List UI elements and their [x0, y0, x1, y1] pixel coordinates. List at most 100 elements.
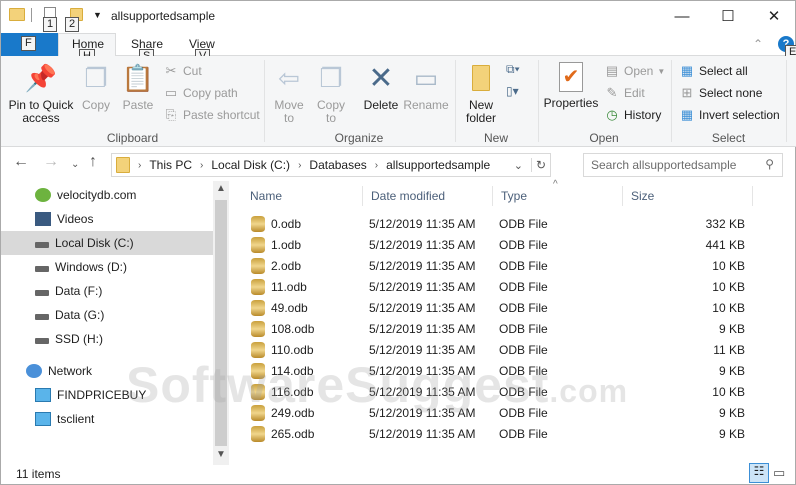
- up-button[interactable]: ↑: [89, 153, 97, 171]
- collapse-ribbon-icon[interactable]: ⌃: [753, 37, 763, 51]
- file-row[interactable]: 2.odb 5/12/2019 11:35 AM ODB File 10 KB: [231, 256, 761, 277]
- file-size: 10 KB: [712, 301, 745, 315]
- history-button[interactable]: ◷ History: [604, 105, 661, 125]
- address-dropdown-icon[interactable]: ⌄: [514, 159, 523, 172]
- drive-icon: [35, 266, 49, 272]
- explorer-folder-icon: [9, 8, 25, 21]
- back-button[interactable]: ←: [13, 153, 29, 171]
- nav-scrollbar-thumb[interactable]: [215, 200, 227, 446]
- select-none-button[interactable]: ⊞ Select none: [679, 83, 763, 103]
- paste-shortcut-icon: ⎘: [165, 107, 177, 122]
- breadcrumb-databases[interactable]: Databases: [309, 158, 366, 172]
- rename-button[interactable]: ▭ Rename: [403, 62, 449, 112]
- scroll-up-icon[interactable]: ▲: [216, 183, 226, 194]
- nav-item-velocitydb[interactable]: velocitydb.com: [1, 183, 213, 207]
- column-header-type[interactable]: Type: [493, 186, 623, 206]
- file-name: 108.odb: [271, 322, 315, 336]
- chevron-right-icon[interactable]: ›: [375, 160, 378, 171]
- paste-button[interactable]: 📋 Paste: [119, 62, 157, 112]
- breadcrumb-this-pc[interactable]: This PC: [149, 158, 192, 172]
- nav-item-tsclient[interactable]: tsclient: [1, 407, 213, 431]
- folder-icon: [116, 157, 130, 173]
- file-size: 441 KB: [705, 238, 745, 252]
- select-all-icon: ▦: [680, 63, 694, 78]
- nav-label: Videos: [57, 212, 94, 226]
- cut-button[interactable]: ✂ Cut: [163, 61, 202, 81]
- customize-dropdown-icon[interactable]: ▼: [93, 10, 102, 20]
- nav-item-network[interactable]: Network: [1, 359, 213, 383]
- breadcrumb-current[interactable]: allsupportedsample: [386, 158, 490, 172]
- forward-button[interactable]: →: [43, 153, 59, 171]
- details-view-button[interactable]: ☷: [749, 463, 769, 483]
- move-to-button[interactable]: ⇦ Move to: [271, 62, 307, 125]
- chevron-right-icon[interactable]: ›: [138, 160, 141, 171]
- drive-icon: [35, 338, 49, 344]
- maximize-button[interactable]: ☐: [705, 1, 751, 31]
- nav-item-videos[interactable]: Videos: [1, 207, 213, 231]
- file-row[interactable]: 249.odb 5/12/2019 11:35 AM ODB File 9 KB: [231, 403, 761, 424]
- scroll-down-icon[interactable]: ▼: [216, 449, 226, 460]
- ribbon-tabs: [1, 33, 796, 56]
- paste-shortcut-button[interactable]: ⎘ Paste shortcut: [163, 105, 260, 125]
- nav-item-local-disk-c[interactable]: Local Disk (C:): [1, 231, 213, 255]
- file-type: ODB File: [499, 301, 548, 315]
- ribbon: 📌 Pin to Quick access ❐ Copy 📋 Paste ✂ Cut ▭…: [1, 56, 796, 147]
- nav-item-data-f[interactable]: Data (F:): [1, 279, 213, 303]
- nav-item-windows-d[interactable]: Windows (D:): [1, 255, 213, 279]
- chevron-right-icon[interactable]: ›: [298, 160, 301, 171]
- nav-label: Data (G:): [55, 308, 105, 322]
- file-type: ODB File: [499, 406, 548, 420]
- column-header-size[interactable]: Size: [623, 186, 753, 206]
- file-row[interactable]: 110.odb 5/12/2019 11:35 AM ODB File 11 K…: [231, 340, 761, 361]
- file-row[interactable]: 108.odb 5/12/2019 11:35 AM ODB File 9 KB: [231, 319, 761, 340]
- delete-button[interactable]: ✕ Delete: [361, 62, 401, 112]
- address-bar[interactable]: › This PC › Local Disk (C:) › Databases …: [111, 153, 551, 177]
- file-name: 110.odb: [271, 343, 314, 357]
- minimize-button[interactable]: —: [659, 1, 705, 31]
- file-row[interactable]: 265.odb 5/12/2019 11:35 AM ODB File 9 KB: [231, 424, 761, 445]
- refresh-icon[interactable]: ↻: [530, 158, 550, 172]
- column-header-date[interactable]: Date modified: [363, 186, 493, 206]
- file-row[interactable]: 0.odb 5/12/2019 11:35 AM ODB File 332 KB: [231, 214, 761, 235]
- file-row[interactable]: 11.odb 5/12/2019 11:35 AM ODB File 10 KB: [231, 277, 761, 298]
- easy-access-icon[interactable]: ▯▾: [506, 84, 519, 98]
- copy-path-button[interactable]: ▭ Copy path: [163, 83, 238, 103]
- cut-label: Cut: [183, 64, 202, 78]
- group-select-label: Select: [711, 131, 746, 145]
- file-name: 116.odb: [271, 385, 314, 399]
- file-row[interactable]: 114.odb 5/12/2019 11:35 AM ODB File 9 KB: [231, 361, 761, 382]
- scissors-icon: ✂: [165, 63, 177, 78]
- new-folder-button[interactable]: New folder: [461, 62, 501, 125]
- invert-selection-button[interactable]: ▦ Invert selection: [679, 105, 780, 125]
- nav-item-ssd-h[interactable]: SSD (H:): [1, 327, 213, 351]
- nav-item-findpricebuy[interactable]: FINDPRICEBUY: [1, 383, 213, 407]
- properties-button[interactable]: ✔ Properties: [543, 62, 599, 110]
- copy-to-button[interactable]: ❐ Copy to: [313, 62, 349, 125]
- file-row[interactable]: 1.odb 5/12/2019 11:35 AM ODB File 441 KB: [231, 235, 761, 256]
- column-header-name[interactable]: Name: [242, 186, 363, 206]
- search-input[interactable]: Search allsupportedsample ⚲: [583, 153, 783, 177]
- open-button[interactable]: ▤ Open ▼: [604, 61, 665, 81]
- close-button[interactable]: ✕: [751, 1, 796, 31]
- large-icons-view-button[interactable]: ▭: [773, 465, 785, 481]
- select-all-button[interactable]: ▦ Select all: [679, 61, 748, 81]
- file-type: ODB File: [499, 427, 548, 441]
- select-all-label: Select all: [699, 64, 748, 78]
- select-none-icon: ⊞: [681, 85, 693, 100]
- edit-button[interactable]: ✎ Edit: [604, 83, 645, 103]
- breadcrumb-local-disk[interactable]: Local Disk (C:): [211, 158, 290, 172]
- nav-label: Local Disk (C:): [55, 236, 134, 250]
- file-row[interactable]: 116.odb 5/12/2019 11:35 AM ODB File 10 K…: [231, 382, 761, 403]
- keytip-file: F: [21, 36, 36, 51]
- recent-locations-icon[interactable]: ⌄: [71, 159, 79, 170]
- file-name: 265.odb: [271, 427, 315, 441]
- chevron-right-icon[interactable]: ›: [200, 160, 203, 171]
- pin-quick-access-button[interactable]: 📌 Pin to Quick access: [6, 62, 76, 125]
- database-file-icon: [251, 363, 265, 379]
- file-row[interactable]: 49.odb 5/12/2019 11:35 AM ODB File 10 KB: [231, 298, 761, 319]
- nav-item-data-g[interactable]: Data (G:): [1, 303, 213, 327]
- nav-label: Windows (D:): [55, 260, 128, 274]
- copy-button[interactable]: ❐ Copy: [79, 62, 113, 112]
- new-item-icon[interactable]: ⧉▾: [506, 62, 520, 77]
- file-size: 9 KB: [718, 364, 745, 378]
